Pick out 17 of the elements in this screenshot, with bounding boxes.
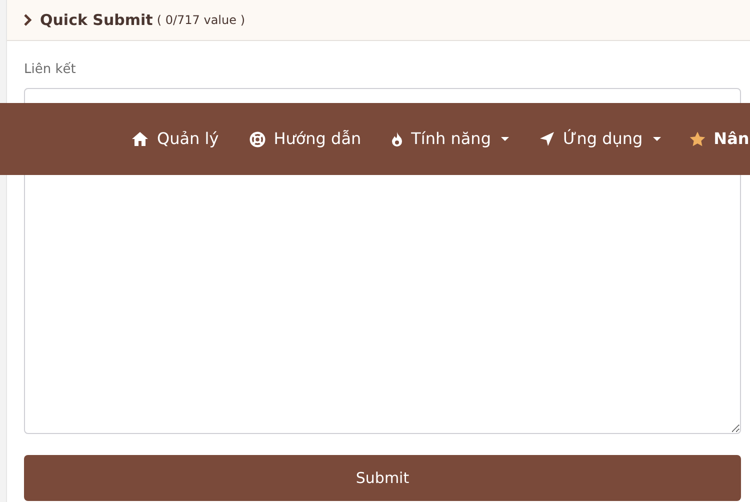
submit-button[interactable]: Submit bbox=[24, 455, 741, 501]
nav-link[interactable]: Hướng dẫn bbox=[248, 127, 362, 151]
star-icon bbox=[688, 131, 706, 147]
chevron-icon[interactable] bbox=[23, 14, 32, 26]
flame-icon bbox=[391, 131, 404, 147]
nav-link[interactable]: Quản lý bbox=[131, 127, 219, 151]
nav-link[interactable]: Tính năng bbox=[391, 127, 509, 151]
nav-link[interactable]: Ứng dụng bbox=[538, 127, 661, 151]
value-count: ( 0/717 value ) bbox=[156, 12, 245, 29]
nav-link[interactable]: Nân bbox=[688, 127, 750, 151]
home-icon bbox=[131, 131, 149, 147]
panel-title: Quick Submit bbox=[40, 10, 153, 31]
caret-icon bbox=[652, 136, 661, 142]
lifebuoy-icon bbox=[248, 130, 266, 148]
field-label: Liên kết bbox=[24, 61, 77, 79]
caret-icon bbox=[500, 136, 509, 142]
navigation-arrow-icon bbox=[538, 131, 555, 147]
